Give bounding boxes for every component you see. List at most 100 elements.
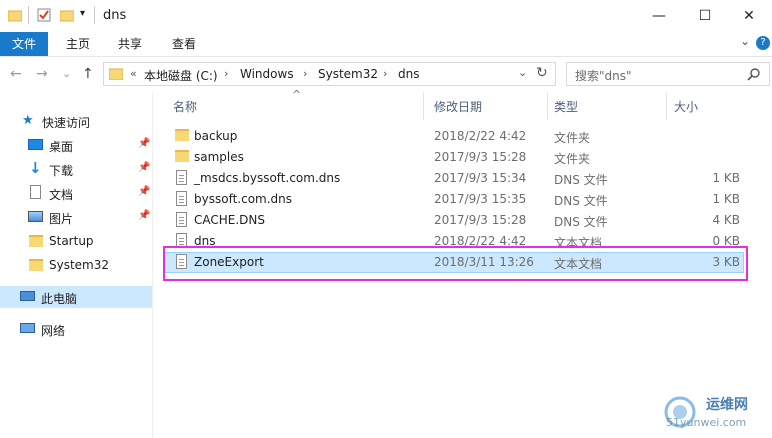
table-row[interactable]: _msdcs.byssoft.com.dns 2017/9/3 15:34 DN… (164, 168, 744, 189)
maximize-icon: ☐ (698, 8, 712, 24)
watermark: 运维网 51yunwei.com (662, 390, 768, 434)
tab-home[interactable]: 主页 (56, 32, 100, 56)
nav-item-label: Startup (49, 234, 94, 248)
nav-item-documents[interactable]: 文档 📌 (0, 182, 152, 204)
nav-item-label: 文档 (49, 188, 74, 202)
table-row[interactable]: byssoft.com.dns 2017/9/3 15:35 DNS 文件 1 … (164, 189, 744, 210)
properties-icon[interactable] (37, 8, 51, 24)
nav-quick-access[interactable]: ★ 快速访问 (0, 110, 152, 132)
folder-icon (108, 68, 124, 83)
nav-quick-access-label: 快速访问 (42, 116, 91, 130)
up-icon[interactable]: ↑ (82, 66, 94, 82)
minimize-button[interactable]: — (636, 0, 682, 32)
tab-share[interactable]: 共享 (108, 32, 152, 56)
quick-access-dropdown-icon[interactable]: ▾ (80, 8, 85, 24)
title-bar: ▾ dns — ☐ ✕ (0, 0, 772, 32)
folder-icon (7, 8, 23, 24)
breadcrumb-windows[interactable]: Windows (240, 67, 294, 81)
computer-icon (20, 291, 35, 301)
nav-item-label: 下载 (49, 164, 74, 178)
help-icon[interactable]: ? (756, 36, 770, 50)
folder-icon (29, 259, 43, 271)
nav-item-downloads[interactable]: ↓ 下载 📌 (0, 158, 152, 180)
file-type: 文件夹 (554, 131, 591, 145)
window-title: dns (103, 8, 127, 23)
folder-icon (175, 150, 189, 162)
file-type: 文件夹 (554, 152, 591, 166)
table-row[interactable]: samples 2017/9/3 15:28 文件夹 (164, 147, 744, 168)
column-divider[interactable] (547, 92, 548, 120)
title-separator (94, 6, 95, 24)
file-type: DNS 文件 (554, 194, 608, 208)
column-header-size[interactable]: 大小 (674, 98, 698, 115)
new-folder-icon[interactable] (59, 8, 75, 24)
breadcrumb-separator: › (224, 67, 229, 80)
highlight-annotation (163, 246, 748, 281)
file-name: CACHE.DNS (194, 213, 266, 227)
sort-ascending-icon: ^ (292, 88, 302, 101)
documents-icon (30, 185, 41, 199)
file-type: DNS 文件 (554, 173, 608, 187)
file-icon (176, 191, 187, 206)
file-size: 1 KB (712, 171, 740, 185)
nav-item-label: 图片 (49, 212, 74, 226)
file-modified: 2017/9/3 15:28 (434, 150, 527, 164)
file-name: byssoft.com.dns (194, 192, 293, 206)
refresh-icon[interactable]: ↻ (536, 65, 548, 81)
search-input[interactable]: 搜索"dns" (566, 62, 770, 86)
column-header-modified[interactable]: 修改日期 (434, 98, 482, 115)
recent-locations-icon[interactable]: ⌄ (62, 67, 71, 80)
nav-network[interactable]: 网络 (0, 318, 152, 340)
ribbon-expand-icon[interactable]: ⌄ (740, 34, 750, 48)
column-divider[interactable] (666, 92, 667, 120)
table-row[interactable]: backup 2018/2/22 4:42 文件夹 (164, 126, 744, 147)
nav-network-label: 网络 (41, 324, 66, 338)
pin-icon: 📌 (138, 186, 151, 197)
nav-item-desktop[interactable]: 桌面 📌 (0, 134, 152, 156)
breadcrumb-separator: › (303, 67, 308, 80)
title-separator (28, 6, 29, 24)
back-icon[interactable]: ← (10, 66, 22, 82)
file-modified: 2017/9/3 15:35 (434, 192, 527, 206)
desktop-icon (28, 139, 43, 150)
tab-file[interactable]: 文件 (0, 32, 48, 56)
table-row[interactable]: CACHE.DNS 2017/9/3 15:28 DNS 文件 4 KB (164, 210, 744, 231)
breadcrumb-system32[interactable]: System32 (318, 67, 378, 81)
file-size: 1 KB (712, 192, 740, 206)
file-modified: 2017/9/3 15:34 (434, 171, 527, 185)
file-icon (176, 170, 187, 185)
nav-item-startup[interactable]: Startup (0, 230, 152, 252)
address-dropdown-icon[interactable]: ⌄ (518, 66, 527, 79)
nav-this-pc[interactable]: 此电脑 (0, 286, 152, 308)
file-modified: 2018/2/22 4:42 (434, 129, 527, 143)
column-header-name[interactable]: 名称 (173, 98, 197, 115)
breadcrumb-overflow[interactable]: « (130, 67, 137, 80)
folder-icon (175, 129, 189, 141)
pin-icon: 📌 (138, 210, 151, 221)
file-name: backup (194, 129, 238, 143)
file-size: 4 KB (712, 213, 740, 227)
watermark-url: 51yunwei.com (666, 416, 747, 429)
file-icon (176, 212, 187, 227)
tab-view[interactable]: 查看 (162, 32, 206, 56)
forward-icon[interactable]: → (36, 66, 48, 82)
nav-item-system32[interactable]: System32 (0, 254, 152, 276)
nav-item-label: System32 (49, 258, 110, 272)
close-icon: ✕ (743, 8, 755, 24)
watermark-title: 运维网 (706, 397, 748, 413)
breadcrumb-dns[interactable]: dns (398, 67, 419, 81)
file-name: _msdcs.byssoft.com.dns (194, 171, 341, 185)
nav-this-pc-label: 此电脑 (41, 292, 78, 306)
column-header-type[interactable]: 类型 (554, 98, 578, 115)
download-icon: ↓ (29, 159, 42, 177)
file-modified: 2017/9/3 15:28 (434, 213, 527, 227)
close-button[interactable]: ✕ (726, 0, 772, 32)
address-bar[interactable]: « 本地磁盘 (C:) › Windows › System32 › dns ⌄… (103, 62, 556, 86)
column-divider[interactable] (423, 92, 424, 120)
nav-item-label: 桌面 (49, 140, 74, 154)
maximize-button[interactable]: ☐ (682, 0, 728, 32)
breadcrumb-drive[interactable]: 本地磁盘 (C:) (144, 67, 218, 84)
nav-item-pictures[interactable]: 图片 📌 (0, 206, 152, 228)
star-icon: ★ (22, 113, 34, 128)
navigation-pane: ★ 快速访问 桌面 📌 ↓ 下载 📌 文档 📌 图片 📌 Startup Sys… (0, 92, 153, 438)
